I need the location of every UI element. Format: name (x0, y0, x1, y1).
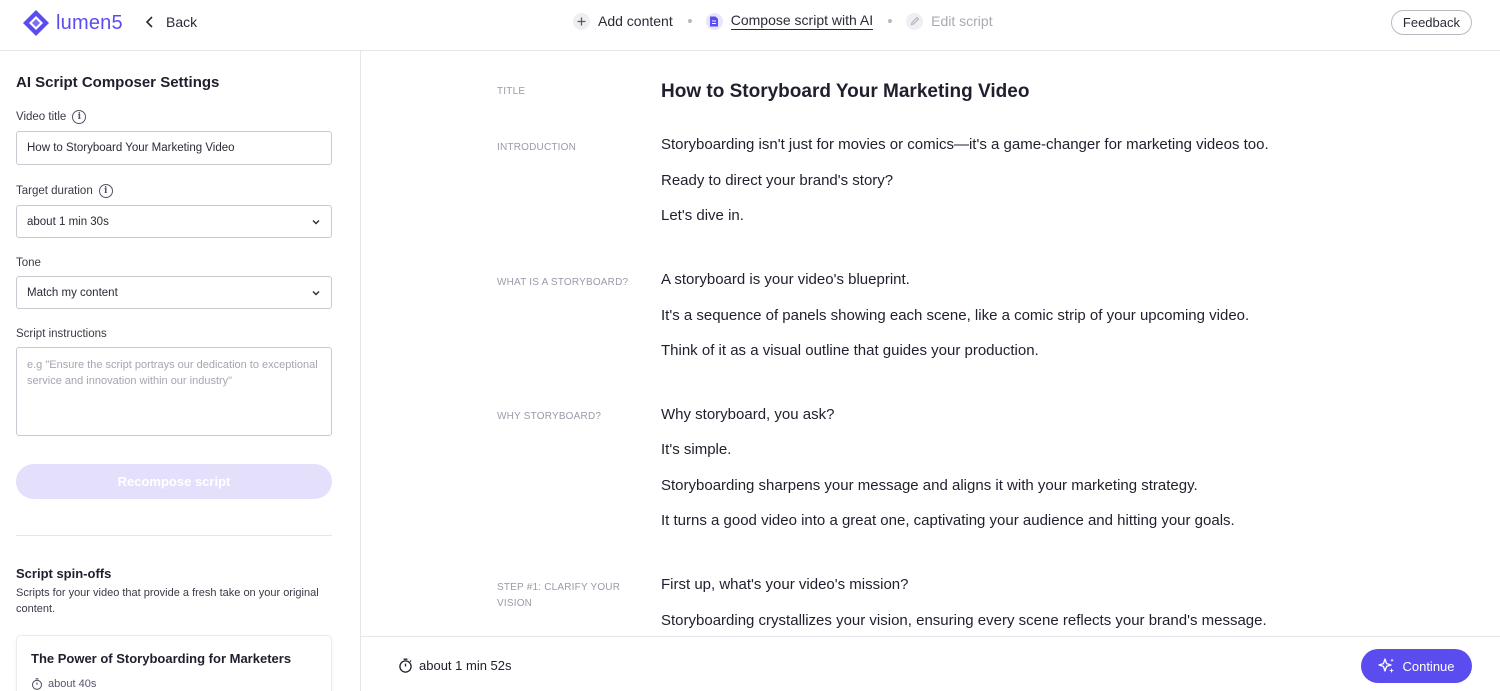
pencil-icon (906, 12, 924, 30)
sparkle-icon (1378, 658, 1395, 673)
spinoff-card[interactable]: The Power of Storyboarding for Marketers… (16, 635, 332, 691)
chevron-down-icon (312, 290, 320, 295)
script-line[interactable]: Think of it as a visual outline that gui… (661, 342, 1039, 359)
step-label: Compose script with AI (730, 12, 874, 30)
back-button[interactable]: Back (144, 14, 197, 30)
spinoffs-description: Scripts for your video that provide a fr… (16, 587, 319, 615)
section-label-title: TITLE (497, 86, 526, 97)
step-separator (687, 19, 692, 23)
step-label: Edit script (931, 13, 993, 29)
spinoff-card-duration: about 40s (31, 678, 96, 690)
spinoff-card-title: The Power of Storyboarding for Marketers (31, 651, 292, 666)
field-label-text: Tone (16, 257, 41, 269)
script-line[interactable]: Storyboarding isn't just for movies or c… (661, 136, 1269, 153)
step-edit-script: Edit script (906, 12, 993, 30)
info-icon[interactable]: i (72, 110, 87, 124)
step-navigation: Add content Compose script with AI Edit … (573, 12, 993, 30)
logo-text: lumen5 (56, 11, 123, 34)
script-line[interactable]: First up, what's your video's mission? (661, 576, 909, 593)
step-add-content[interactable]: Add content (573, 12, 673, 30)
info-icon[interactable]: i (98, 184, 113, 198)
script-editor: TITLE How to Storyboard Your Marketing V… (361, 51, 1500, 636)
section-label-introduction: INTRODUCTION (497, 142, 577, 153)
logo[interactable]: lumen5 (22, 9, 123, 37)
recompose-script-button[interactable]: Recompose script (16, 464, 332, 499)
video-title-label: Video title i (16, 110, 87, 124)
chevron-left-icon (145, 16, 153, 28)
field-label-text: Video title (16, 111, 67, 123)
stopwatch-icon (399, 658, 412, 673)
script-line[interactable]: Storyboarding sharpens your message and … (661, 477, 1198, 494)
field-label-text: Script instructions (16, 328, 107, 340)
composer-settings-sidebar: AI Script Composer Settings Video title … (0, 51, 361, 691)
continue-label: Continue (1402, 658, 1455, 674)
script-line[interactable]: Let's dive in. (661, 207, 744, 224)
script-line[interactable]: A storyboard is your video's blueprint. (661, 271, 910, 288)
script-line[interactable]: It's simple. (661, 441, 731, 458)
step-compose-script[interactable]: Compose script with AI (705, 12, 874, 30)
tone-label: Tone (16, 257, 41, 269)
section-label-what-is-storyboard: WHAT IS A STORYBOARD? (497, 277, 629, 288)
step-separator (888, 19, 893, 23)
step-label: Add content (598, 13, 673, 29)
script-title[interactable]: How to Storyboard Your Marketing Video (661, 81, 1029, 103)
continue-button[interactable]: Continue (1361, 649, 1472, 683)
script-duration: about 1 min 52s (398, 658, 512, 673)
script-line[interactable]: Storyboarding crystallizes your vision, … (661, 612, 1267, 629)
select-value: about 1 min 30s (27, 215, 109, 228)
script-instructions-label: Script instructions (16, 328, 107, 340)
script-line[interactable]: It's a sequence of panels showing each s… (661, 307, 1249, 324)
sidebar-title: AI Script Composer Settings (16, 74, 220, 91)
duration-text: about 40s (48, 678, 97, 690)
section-label-step-1: STEP #1: CLARIFY YOUR VISION (497, 582, 621, 609)
section-label-why-storyboard: WHY STORYBOARD? (497, 411, 602, 422)
footer-bar: about 1 min 52s Continue (361, 636, 1500, 691)
spinoffs-title: Script spin-offs (16, 566, 112, 581)
feedback-button[interactable]: Feedback (1390, 10, 1472, 35)
back-label: Back (166, 14, 198, 30)
divider (16, 535, 332, 536)
tone-select[interactable]: Match my content (16, 276, 332, 309)
plus-icon (573, 12, 590, 30)
script-line[interactable]: Ready to direct your brand's story? (661, 172, 893, 189)
target-duration-select[interactable]: about 1 min 30s (16, 205, 332, 238)
select-value: Match my content (27, 286, 118, 299)
target-duration-label: Target duration i (16, 184, 113, 198)
script-line[interactable]: It turns a good video into a great one, … (661, 512, 1235, 529)
script-line[interactable]: Why storyboard, you ask? (661, 406, 834, 423)
duration-text: about 1 min 52s (419, 658, 512, 673)
document-icon (705, 12, 723, 30)
chevron-down-icon (312, 219, 320, 224)
field-label-text: Target duration (16, 185, 93, 197)
top-bar: lumen5 Back Add content Compose script w… (0, 0, 1500, 51)
lumen5-logo-icon (23, 10, 49, 36)
video-title-input[interactable]: How to Storyboard Your Marketing Video (16, 131, 332, 165)
script-instructions-textarea[interactable]: e.g "Ensure the script portrays our dedi… (16, 347, 332, 436)
stopwatch-icon (31, 678, 43, 690)
